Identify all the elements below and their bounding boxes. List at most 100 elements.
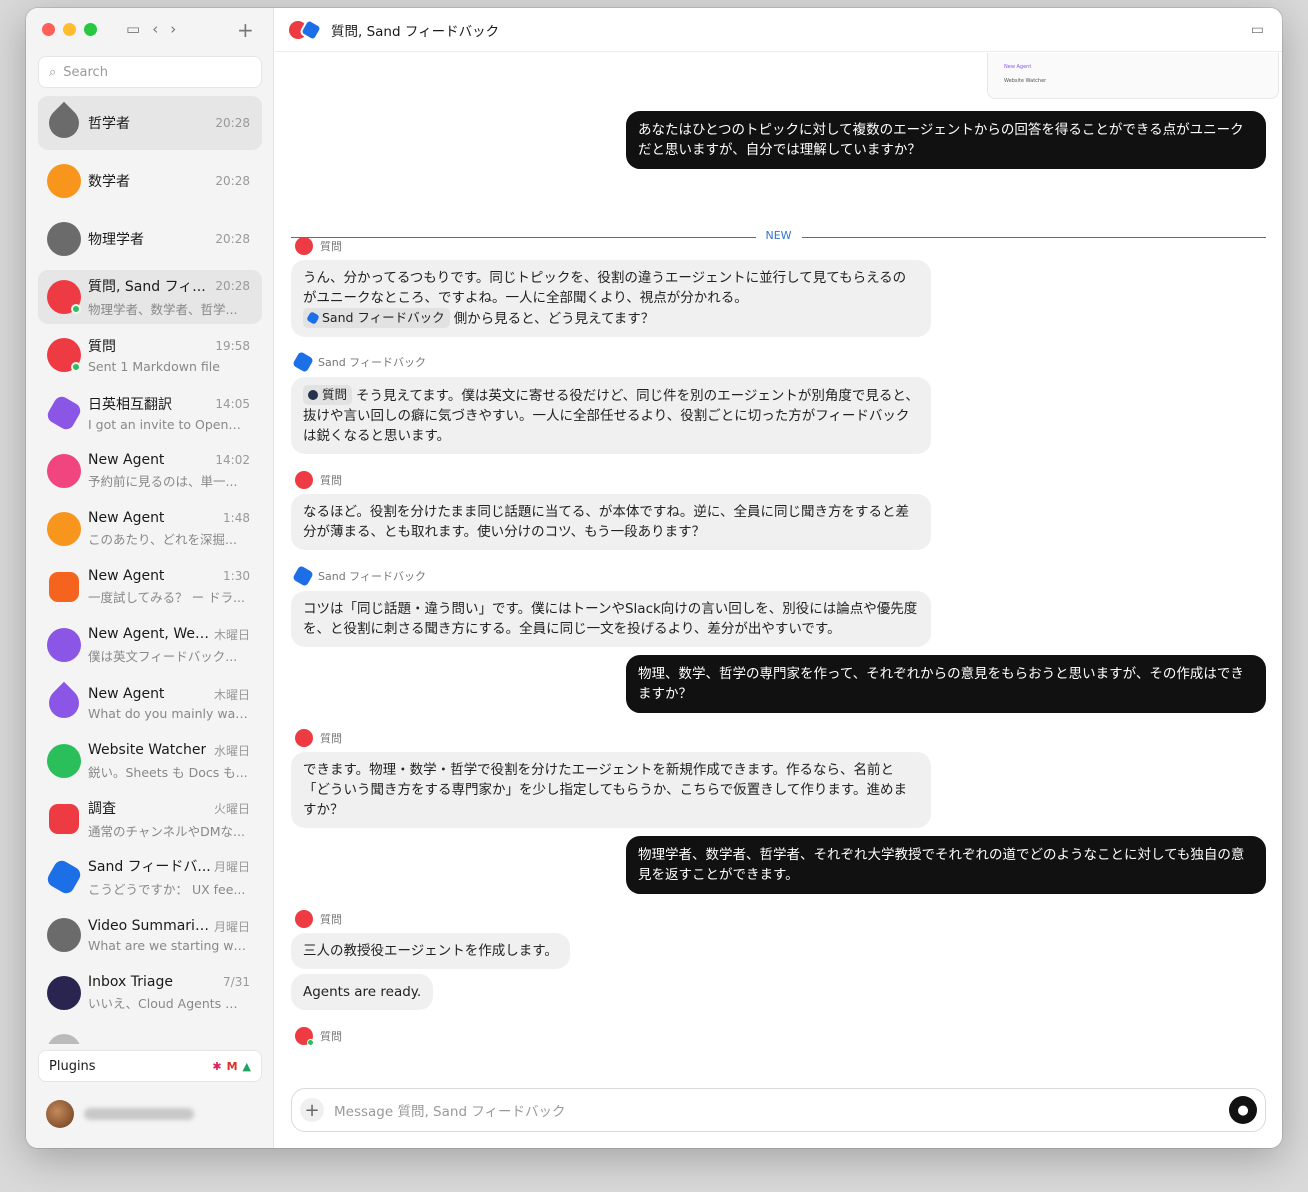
agent-mention[interactable]: 質問 [303,385,353,405]
conversation-time: 水曜日 [213,743,250,758]
conversation-item[interactable]: 数学者 20:28 [38,154,262,208]
conversation-text: 調査 火曜日 通常のチャンネルやDMな... [88,798,256,840]
drive-icon: ▲ [242,1059,251,1073]
chat-header: 質問, Sand フィードバック ▭ [275,8,1282,52]
sender-name: 質問 [320,1030,342,1043]
sender-avatar-icon [295,237,313,255]
microphone-icon[interactable]: ● [1229,1096,1257,1124]
conversation-name: New Agent [88,510,165,526]
conversation-time: 木曜日 [213,687,250,702]
conversation-item[interactable]: New Agent 1:48 このあたり、どれを深掘... [38,502,262,556]
conversation-name: Inbox Triage [88,974,173,990]
conversation-item[interactable]: New Agent, Web... 木曜日 僕は英文フィードバック... [38,618,262,672]
conversation-time: 20:28 [215,232,250,246]
conversation-text: 日英相互翻訳 14:05 I got an invite to OpenAI ... [88,394,256,432]
sender-avatar-icon [292,565,314,587]
conversation-name: 哲学者 [88,116,130,132]
conversation-item[interactable]: 哲学者 20:28 [38,96,262,150]
sidebar-toggle-icon[interactable]: ▭ [126,20,140,38]
message-sender: 質問 [295,910,342,928]
app-window: ▭ ‹ › + ⌕ Search 哲学者 20:28 数学者 20:28 物理学者 20:… [26,8,1282,1148]
conversation-preview: このあたり、どれを深掘... [88,532,237,547]
conversation-item[interactable]: 調査 火曜日 通常のチャンネルやDMな... [38,792,262,846]
conversation-item[interactable]: 日英相互翻訳 14:05 I got an invite to OpenAI ... [38,386,262,440]
agent-avatar-icon [47,454,81,488]
agent-mention[interactable]: Sand フィードバック [303,308,450,328]
conversation-item[interactable]: Video Summarizer 月曜日 What are we starting … [38,908,262,962]
zoom-window-button[interactable] [84,23,97,36]
conversation-item[interactable]: Website Watcher 水曜日 鋭い。Sheets も Docs も... [38,734,262,788]
divider-label: NEW [755,229,802,242]
conversation-item[interactable]: New Agent 木曜日 What do you mainly want... [38,676,262,730]
chat-title: 質問, Sand フィードバック [331,23,500,40]
conversation-item[interactable]: 質問, Sand フィ... 20:28 物理学者、数学者、哲学... [38,270,262,324]
agent-avatar-icon [47,628,81,662]
conversation-item[interactable]: 物理学者 20:28 [38,212,262,266]
close-window-button[interactable] [42,23,55,36]
conversation-name: Inbox Triage [88,1043,173,1044]
avatar [46,1100,74,1128]
sender-name: Sand フィードバック [318,570,426,583]
conversation-name: 物理学者 [88,232,144,248]
conversation-name: 調査 [88,801,116,817]
thumb-item: New Agent [1004,64,1032,70]
forward-icon[interactable]: › [170,20,176,38]
message-sender: 質問 [295,237,342,255]
group-avatar [289,17,324,42]
sender-avatar-icon [295,471,313,489]
agent-avatar-icon [47,1034,81,1044]
conversation-item[interactable]: New Agent 14:02 予約前に見るのは、単一... [38,444,262,498]
back-icon[interactable]: ‹ [152,20,158,38]
new-chat-icon[interactable]: + [237,18,254,42]
agent-avatar-icon [44,393,84,433]
search-icon: ⌕ [49,64,57,80]
conversation-preview: 僕は英文フィードバック... [88,648,238,664]
agent-message-bubble: 質問 そう見えてます。僕は英文に寄せる役だけど、同じ件を別のエージェントが別角度で… [291,377,931,454]
conversation-preview: I got an invite to OpenAI ... [88,417,248,432]
conversation-item[interactable]: Sand フィードバ... 月曜日 こうどうですか： UX fee... [38,850,262,904]
conversation-time: 月曜日 [213,919,250,934]
conversation-item[interactable]: Inbox Triage7/31 [38,1024,262,1044]
message-sender: 質問 [295,1027,342,1046]
conversation-item[interactable]: New Agent 1:30 一度試してみる？ ー ドラ... [38,560,262,614]
conversation-preview: What do you mainly want... [88,705,248,721]
message-input[interactable]: Message 質問, Sand フィードバック [334,1100,1229,1120]
plugin-icons: ✱ M ▲ [212,1060,251,1073]
message-composer[interactable]: + Message 質問, Sand フィードバック ● [291,1088,1266,1132]
message-text: なるほど。役割を分けたまま同じ話題に当てる、が本体ですね。逆に、全員に同じ聞き方… [303,504,910,540]
conversation-preview: 物理学者、数学者、哲学... [88,302,238,317]
chat-panel: 質問, Sand フィードバック ▭ New Agent Website Wat… [275,8,1282,1148]
conversation-preview: 鋭い。Sheets も Docs も... [88,764,248,780]
agent-avatar-icon [42,101,86,145]
attach-icon[interactable]: + [300,1098,324,1122]
online-status-dot [71,304,81,314]
plugins-label: Plugins [49,1058,96,1074]
message-text: できます。物理・数学・哲学で役割を分けたエージェントを新規作成できます。作るなら… [303,762,907,818]
search-input[interactable]: ⌕ Search [38,56,262,88]
sender-avatar-icon [295,910,313,928]
conversation-item[interactable]: 質問 19:58 Sent 1 Markdown file [38,328,262,382]
agent-message-bubble: できます。物理・数学・哲学で役割を分けたエージェントを新規作成できます。作るなら… [291,752,931,828]
minimize-window-button[interactable] [63,23,76,36]
agent-avatar-icon [47,918,81,952]
attachment-preview[interactable]: New Agent Website Watcher [987,53,1279,99]
plugins-button[interactable]: Plugins ✱ M ▲ [38,1050,262,1082]
search-placeholder: Search [63,64,108,80]
conversation-name: 数学者 [88,174,130,190]
sender-avatar-icon [292,351,314,373]
user-message-bubble: 物理、数学、哲学の専門家を作って、それぞれからの意見をもらおうと思いますが、その… [626,655,1266,713]
conversation-text: Inbox Triage7/31 [88,1043,256,1044]
conversation-preview: 予約前に見るのは、単一... [88,474,238,489]
sender-name: 質問 [320,240,342,253]
agent-message-bubble: なるほど。役割を分けたまま同じ話題に当てる、が本体ですね。逆に、全員に同じ聞き方… [291,494,931,550]
conversation-text: New Agent 1:48 このあたり、どれを深掘... [88,510,256,548]
conversation-time: 20:28 [215,116,250,130]
conversation-name: New Agent [88,452,165,468]
monitor-icon[interactable]: ▭ [1251,22,1264,38]
conversation-preview: 一度試してみる？ ー ドラ... [88,590,245,605]
conversation-item[interactable]: Inbox Triage 7/31 いいえ、Cloud Agents で... [38,966,262,1020]
conversation-text: Video Summarizer 月曜日 What are we starting … [88,918,256,953]
conversation-time: 1:30 [223,569,250,583]
conversation-text: Sand フィードバ... 月曜日 こうどうですか： UX fee... [88,856,256,898]
user-profile[interactable] [46,1100,194,1128]
